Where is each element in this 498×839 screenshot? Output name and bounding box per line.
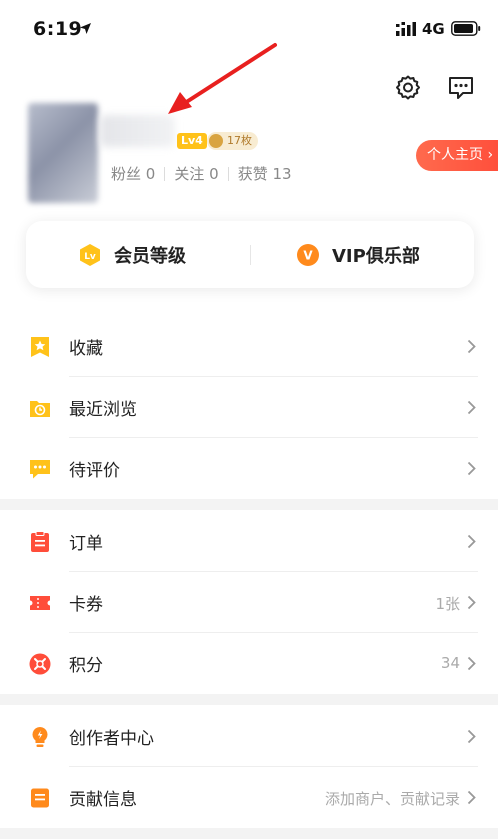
avatar[interactable] xyxy=(28,103,98,203)
member-level-icon: Lv xyxy=(80,243,100,266)
location-arrow-icon xyxy=(80,23,91,34)
coin-count: 17枚 xyxy=(227,134,252,147)
order-icon xyxy=(31,531,49,552)
member-level-label: 会员等级 xyxy=(114,245,186,267)
stat-fans-label: 粉丝 xyxy=(111,165,142,183)
list-item-label: 最近浏览 xyxy=(69,400,137,420)
stat-likes-label: 获赞 xyxy=(237,165,268,183)
chat-bubble-icon xyxy=(449,77,473,99)
list-item-pending-review[interactable]: 待评价 xyxy=(0,438,498,499)
chevron-right-icon xyxy=(467,656,476,671)
section-gap xyxy=(0,694,498,705)
list-item-label: 收藏 xyxy=(69,339,103,359)
creator-bulb-icon xyxy=(32,727,48,747)
chevron-right-icon xyxy=(467,595,476,610)
network-type: 4G xyxy=(422,20,445,38)
personal-homepage-button[interactable]: 个人主页 › xyxy=(416,140,498,171)
list-item-label: 贡献信息 xyxy=(69,790,137,810)
stat-likes[interactable]: 获赞 13 xyxy=(238,163,292,184)
coin-icon xyxy=(209,134,223,148)
stat-fans-value: 0 xyxy=(145,165,156,183)
chevron-right-icon xyxy=(467,339,476,354)
list-item-coupons[interactable]: 卡券 1张 xyxy=(0,572,498,633)
list-item-label: 订单 xyxy=(69,534,103,554)
signal-bars-icon xyxy=(396,22,416,36)
vip-icon: V xyxy=(297,243,319,266)
stat-likes-value: 13 xyxy=(272,165,292,183)
list-item-creator-center[interactable]: 创作者中心 xyxy=(0,706,498,767)
contribution-icon xyxy=(31,788,49,808)
status-time: 6:19 xyxy=(33,18,83,40)
list-item-favorites[interactable]: 收藏 xyxy=(0,316,498,377)
annotation-arrow-icon xyxy=(168,43,277,114)
contribution-hint: 添加商户、贡献记录 xyxy=(324,790,460,808)
battery-icon xyxy=(451,21,481,36)
stat-fans[interactable]: 粉丝 0 xyxy=(111,163,155,184)
list-group-3: 创作者中心 贡献信息 添加商户、贡献记录 xyxy=(0,706,498,828)
points-value: 34 xyxy=(440,654,460,672)
history-folder-icon xyxy=(30,401,50,417)
vip-club-label: VIP俱乐部 xyxy=(332,245,420,267)
membership-card: Lv 会员等级 V VIP俱乐部 xyxy=(26,221,474,288)
section-gap xyxy=(0,828,498,839)
coin-badge[interactable]: 17枚 xyxy=(207,132,258,150)
member-level-icon-text: Lv xyxy=(84,252,96,262)
chevron-right-icon xyxy=(467,400,476,415)
list-group-2: 订单 卡券 1张 积分 34 xyxy=(0,511,498,694)
comment-icon xyxy=(30,460,50,479)
coupon-icon xyxy=(30,596,50,610)
list-item-recent-browsing[interactable]: 最近浏览 xyxy=(0,377,498,438)
member-level-button[interactable]: Lv 会员等级 xyxy=(78,221,186,288)
list-item-orders[interactable]: 订单 xyxy=(0,511,498,572)
homepage-label: 个人主页 xyxy=(427,147,483,163)
messages-button[interactable] xyxy=(444,71,478,105)
chevron-right-icon xyxy=(467,534,476,549)
star-bookmark-icon xyxy=(31,337,49,357)
list-item-label: 待评价 xyxy=(69,461,120,481)
list-item-label: 卡券 xyxy=(69,595,103,615)
member-divider xyxy=(250,245,251,265)
vip-icon-text: V xyxy=(303,248,313,262)
gear-icon xyxy=(396,75,420,100)
coupon-count: 1张 xyxy=(435,595,460,613)
settings-button[interactable] xyxy=(391,71,425,105)
points-icon xyxy=(29,653,51,675)
list-group-1: 收藏 最近浏览 待评价 xyxy=(0,316,498,499)
stat-divider xyxy=(164,166,166,181)
section-gap xyxy=(0,499,498,510)
chevron-right-icon xyxy=(467,790,476,805)
level-badge: Lv4 xyxy=(177,133,207,149)
stat-following-label: 关注 xyxy=(174,165,205,183)
chevron-right-icon xyxy=(467,461,476,476)
vip-club-button[interactable]: V VIP俱乐部 xyxy=(296,221,420,288)
list-item-contribution-info[interactable]: 贡献信息 添加商户、贡献记录 xyxy=(0,767,498,828)
list-item-points[interactable]: 积分 34 xyxy=(0,633,498,694)
chevron-right-icon: › xyxy=(483,147,494,163)
stat-divider xyxy=(227,166,229,181)
stat-following[interactable]: 关注 0 xyxy=(174,163,218,184)
chevron-right-icon xyxy=(467,729,476,744)
stat-following-value: 0 xyxy=(209,165,219,183)
profile-stats: 粉丝 0 关注 0 获赞 13 xyxy=(111,163,292,184)
list-item-label: 积分 xyxy=(69,656,103,676)
list-item-label: 创作者中心 xyxy=(69,729,154,749)
